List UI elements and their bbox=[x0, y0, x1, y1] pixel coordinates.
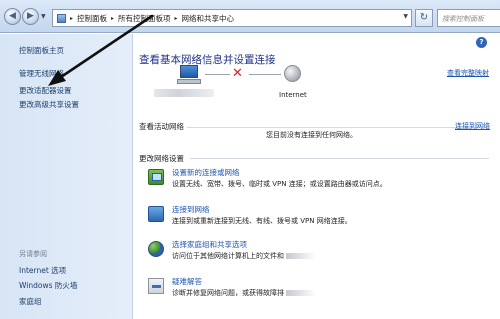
sidebar: 控制面板主页 管理无线网络 更改适配器设置 更改高级共享设置 另请参阅 Inte… bbox=[0, 34, 133, 319]
address-dropdown-icon[interactable]: ▼ bbox=[403, 13, 408, 20]
sidebar-item-adapter-settings[interactable]: 更改适配器设置 bbox=[19, 85, 72, 96]
task-homegroup-link[interactable]: 选择家庭组和共享选项 bbox=[172, 239, 247, 250]
task-troubleshoot-desc: 诊断并修复网络问题，或获得故障排 bbox=[172, 288, 316, 298]
connect-to-network-link[interactable]: 连接到网络 bbox=[455, 121, 490, 131]
control-panel-icon bbox=[57, 13, 66, 23]
full-map-link[interactable]: 查看完整映射 bbox=[447, 68, 489, 78]
forward-arrow-icon[interactable]: ▶ bbox=[22, 8, 39, 25]
task-setup-connection-link[interactable]: 设置新的连接或网络 bbox=[172, 167, 240, 178]
see-also-heading: 另请参阅 bbox=[19, 250, 47, 258]
recent-pages-dropdown[interactable]: ▼ bbox=[41, 13, 46, 20]
network-setup-icon bbox=[148, 169, 164, 185]
connect-network-icon bbox=[148, 206, 164, 222]
breadcrumb-separator[interactable]: ▸ bbox=[175, 15, 178, 22]
task-troubleshoot-desc-text: 诊断并修复网络问题，或获得故障排 bbox=[172, 289, 284, 297]
task-connect-network: 连接到网络 连接到或重新连接到无线、有线、拨号或 VPN 网络连接。 bbox=[148, 204, 488, 234]
task-homegroup-desc: 访问位于其他网络计算机上的文件和 bbox=[172, 251, 316, 261]
breadcrumb-control-panel[interactable]: 控制面板 bbox=[77, 13, 107, 24]
internet-label: Internet bbox=[279, 91, 307, 99]
active-networks-heading: 查看活动网络 bbox=[139, 121, 187, 132]
navigation-bar: ◀ ▶ ▼ ▸ 控制面板 ▸ 所有控制面板项 ▸ 网络和共享中心 ▼ ↻ 搜索控… bbox=[0, 0, 500, 33]
homegroup-icon bbox=[148, 241, 164, 257]
task-connect-network-desc: 连接到或重新连接到无线、有线、拨号或 VPN 网络连接。 bbox=[172, 217, 352, 225]
sidebar-item-manage-wireless[interactable]: 管理无线网络 bbox=[19, 68, 64, 79]
breadcrumb-separator[interactable]: ▸ bbox=[70, 15, 73, 22]
section-divider bbox=[139, 127, 489, 128]
troubleshoot-icon bbox=[148, 278, 164, 294]
computer-name-redacted bbox=[154, 89, 214, 97]
page-title: 查看基本网络信息并设置连接 bbox=[139, 54, 276, 66]
search-placeholder: 搜索控制面板 bbox=[442, 15, 484, 23]
task-setup-connection: 设置新的连接或网络 设置无线、宽带、拨号、临时或 VPN 连接；或设置路由器或访… bbox=[148, 167, 488, 197]
task-setup-connection-desc: 设置无线、宽带、拨号、临时或 VPN 连接；或设置路由器或访问点。 bbox=[172, 180, 387, 188]
help-icon[interactable]: ? bbox=[476, 37, 487, 48]
task-homegroup: 选择家庭组和共享选项 访问位于其他网络计算机上的文件和 bbox=[148, 239, 488, 269]
back-arrow-icon[interactable]: ◀ bbox=[4, 8, 21, 25]
breadcrumb-all-items[interactable]: 所有控制面板项 bbox=[118, 13, 171, 24]
sidebar-item-advanced-sharing[interactable]: 更改高级共享设置 bbox=[19, 99, 79, 110]
section-divider bbox=[190, 158, 489, 159]
disconnected-x-icon: ✕ bbox=[232, 66, 243, 81]
blurred-text bbox=[286, 253, 316, 259]
task-connect-network-link[interactable]: 连接到网络 bbox=[172, 204, 210, 215]
no-connection-message: 您目前没有连接到任何网络。 bbox=[266, 131, 357, 139]
task-homegroup-desc-text: 访问位于其他网络计算机上的文件和 bbox=[172, 252, 284, 260]
map-connection-line bbox=[249, 74, 281, 75]
see-also-internet-options[interactable]: Internet 选项 bbox=[19, 265, 66, 276]
breadcrumb-network-center[interactable]: 网络和共享中心 bbox=[182, 13, 235, 24]
map-connection-line bbox=[205, 74, 230, 75]
change-settings-heading: 更改网络设置 bbox=[139, 154, 184, 163]
breadcrumb-separator[interactable]: ▸ bbox=[111, 15, 114, 22]
see-also-homegroup[interactable]: 家庭组 bbox=[19, 296, 42, 307]
breadcrumb: ▸ 控制面板 ▸ 所有控制面板项 ▸ 网络和共享中心 bbox=[57, 10, 234, 26]
computer-icon bbox=[176, 65, 202, 85]
task-troubleshoot: 疑难解答 诊断并修复网络问题，或获得故障排 bbox=[148, 276, 488, 306]
see-also-firewall[interactable]: Windows 防火墙 bbox=[19, 280, 77, 291]
address-bar[interactable]: ▸ 控制面板 ▸ 所有控制面板项 ▸ 网络和共享中心 ▼ bbox=[52, 9, 412, 27]
refresh-icon[interactable]: ↻ bbox=[415, 9, 433, 27]
search-input[interactable]: 搜索控制面板 bbox=[437, 9, 500, 27]
sidebar-item-home[interactable]: 控制面板主页 bbox=[19, 45, 64, 56]
task-troubleshoot-link[interactable]: 疑难解答 bbox=[172, 276, 202, 287]
internet-globe-icon bbox=[284, 65, 301, 82]
blurred-text bbox=[286, 290, 316, 296]
